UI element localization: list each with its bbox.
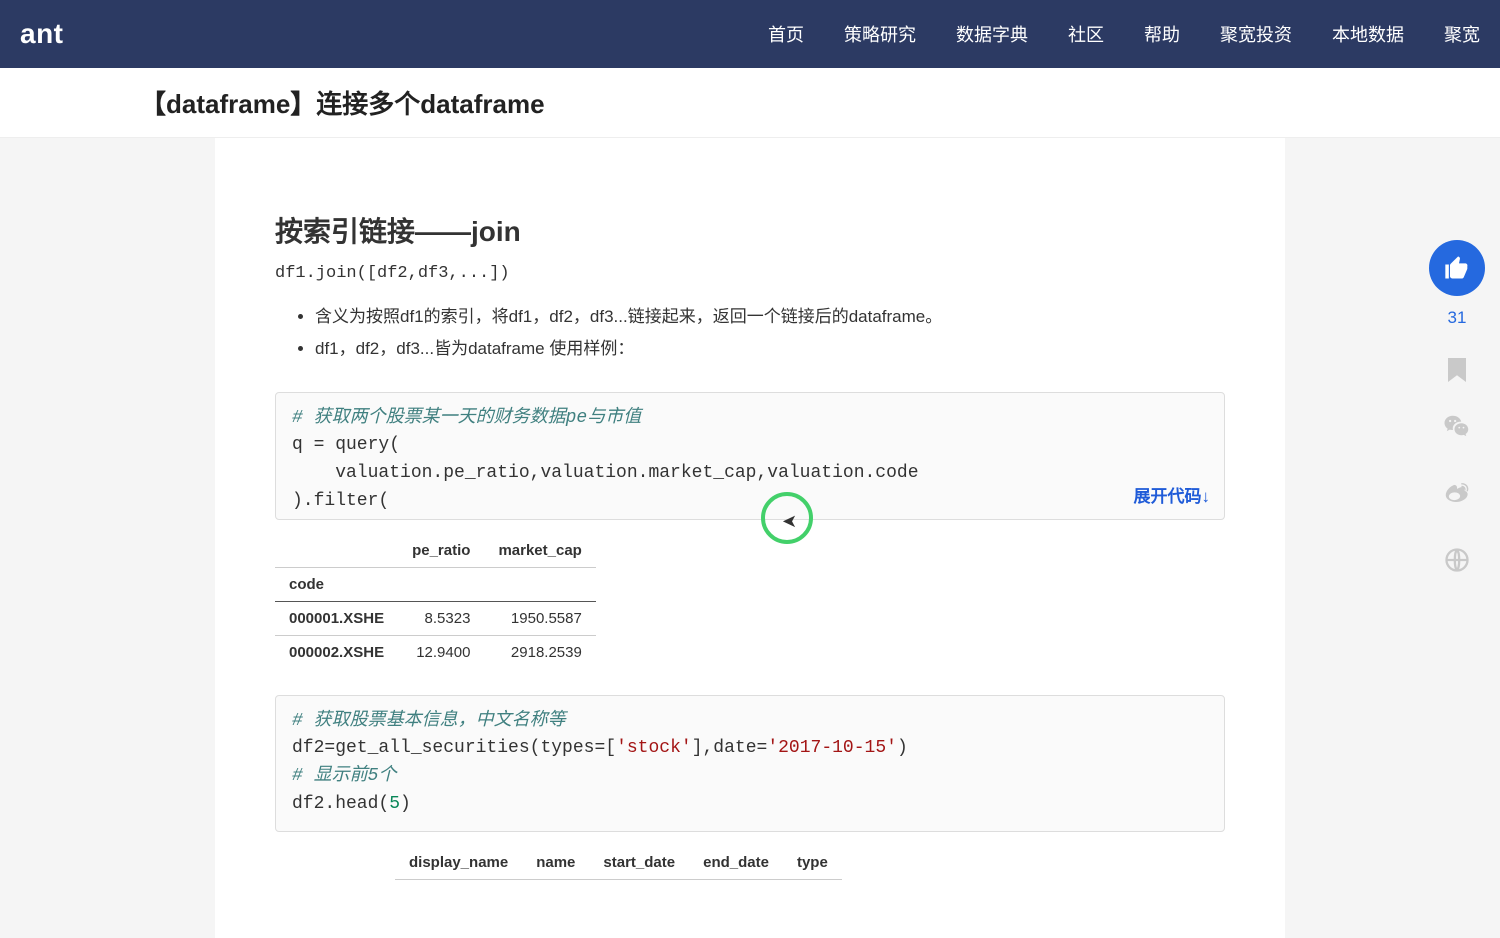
output-table-1: pe_ratio market_cap code 000001.XSHE 8.5…	[275, 534, 596, 669]
code-line: valuation.pe_ratio,valuation.market_cap,…	[292, 463, 919, 483]
nav-home[interactable]: 首页	[768, 21, 804, 47]
list-item: 含义为按照df1的索引，将df1，df2，df3...链接起来，返回一个链接后的…	[315, 301, 1225, 333]
cell: 1950.5587	[484, 601, 595, 635]
like-count: 31	[1448, 308, 1467, 328]
like-button[interactable]	[1429, 240, 1485, 296]
row-index: 000002.XSHE	[275, 635, 398, 669]
top-nav: ant 首页 策略研究 数据字典 社区 帮助 聚宽投资 本地数据 聚宽	[0, 0, 1500, 68]
code-block-1[interactable]: # 获取两个股票某一天的财务数据pe与市值 q = query( valuati…	[275, 392, 1225, 520]
col-header: name	[522, 846, 589, 880]
code-line: ).filter(	[292, 491, 389, 511]
nav-invest[interactable]: 聚宽投资	[1220, 21, 1292, 47]
col-header: pe_ratio	[398, 534, 484, 568]
logo: ant	[20, 18, 64, 50]
code-comment: # 获取两个股票某一天的财务数据pe与市值	[292, 408, 641, 428]
wechat-icon	[1442, 412, 1472, 442]
nav-help[interactable]: 帮助	[1144, 21, 1180, 47]
side-rail: 31	[1414, 240, 1500, 581]
code-line: df2.head(5)	[292, 794, 411, 814]
bookmark-icon	[1448, 358, 1466, 382]
article-body: 按索引链接——join df1.join([df2,df3,...]) 含义为按…	[215, 138, 1285, 938]
col-header: end_date	[689, 846, 783, 880]
cell: 2918.2539	[484, 635, 595, 669]
nav-community[interactable]: 社区	[1068, 21, 1104, 47]
nav-local-data[interactable]: 本地数据	[1332, 21, 1404, 47]
share-button[interactable]	[1443, 546, 1471, 581]
weibo-icon	[1442, 479, 1472, 509]
globe-icon	[1443, 546, 1471, 574]
weibo-share-button[interactable]	[1442, 479, 1472, 516]
thumbs-up-icon	[1443, 254, 1471, 282]
bookmark-button[interactable]	[1448, 358, 1466, 382]
table-row: 000001.XSHE 8.5323 1950.5587	[275, 601, 596, 635]
cell: 8.5323	[398, 601, 484, 635]
code-line: df2=get_all_securities(types=['stock'],d…	[292, 738, 908, 758]
list-item: df1，df2，df3...皆为dataframe 使用样例：	[315, 333, 1225, 365]
page-title-bar: 【dataframe】连接多个dataframe	[0, 68, 1500, 138]
syntax-line: df1.join([df2,df3,...])	[275, 264, 1225, 283]
nav-more[interactable]: 聚宽	[1444, 21, 1480, 47]
expand-code-button[interactable]: 展开代码↓	[1126, 484, 1211, 510]
col-header: type	[783, 846, 842, 880]
code-block-2[interactable]: # 获取股票基本信息，中文名称等 df2=get_all_securities(…	[275, 695, 1225, 833]
table-row: 000002.XSHE 12.9400 2918.2539	[275, 635, 596, 669]
col-header: start_date	[589, 846, 689, 880]
output-table-2: display_name name start_date end_date ty…	[395, 846, 842, 880]
index-label: code	[275, 567, 398, 601]
nav-data-dict[interactable]: 数据字典	[956, 21, 1028, 47]
col-header: market_cap	[484, 534, 595, 568]
nav-strategy[interactable]: 策略研究	[844, 21, 916, 47]
code-line: q = query(	[292, 435, 400, 455]
section-heading: 按索引链接——join	[275, 210, 1225, 250]
nav-links: 首页 策略研究 数据字典 社区 帮助 聚宽投资 本地数据 聚宽	[768, 21, 1480, 47]
code-comment: # 显示前5个	[292, 766, 396, 786]
description-list: 含义为按照df1的索引，将df1，df2，df3...链接起来，返回一个链接后的…	[315, 301, 1225, 366]
code-comment: # 获取股票基本信息，中文名称等	[292, 711, 566, 731]
wechat-share-button[interactable]	[1442, 412, 1472, 449]
col-header: display_name	[395, 846, 522, 880]
cell: 12.9400	[398, 635, 484, 669]
page-title: 【dataframe】连接多个dataframe	[140, 84, 1360, 121]
row-index: 000001.XSHE	[275, 601, 398, 635]
